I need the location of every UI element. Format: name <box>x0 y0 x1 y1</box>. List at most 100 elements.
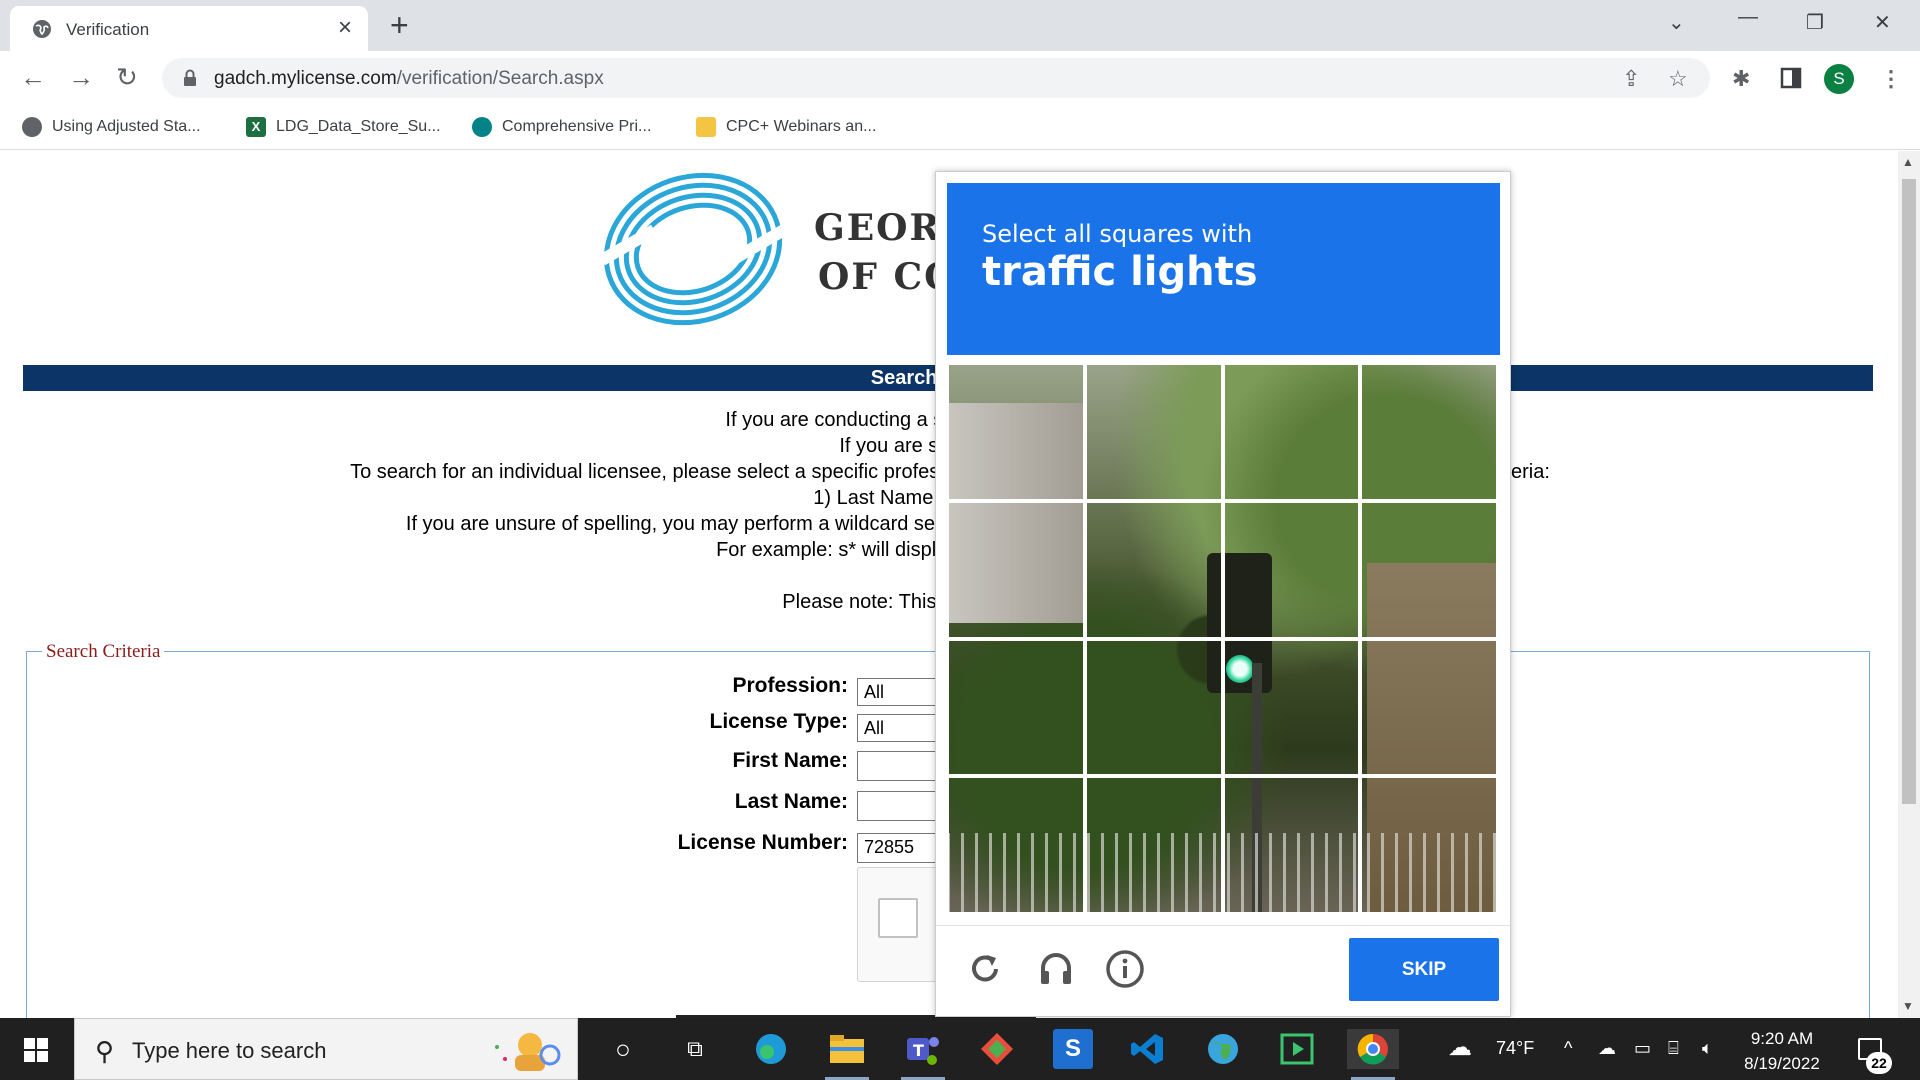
reload-icon[interactable] <box>965 949 1005 989</box>
folder-icon <box>696 117 716 137</box>
bookmark-item[interactable]: X LDG_Data_Store_Su... <box>246 115 441 139</box>
tab-close-icon[interactable]: × <box>338 15 352 41</box>
captcha-tile[interactable] <box>1084 363 1223 501</box>
sharepoint-icon <box>472 117 492 137</box>
license-number-label: License Number: <box>677 831 848 854</box>
svg-text:T: T <box>913 1041 924 1060</box>
license-type-label: License Type: <box>709 710 849 733</box>
notification-badge: 22 <box>1866 1052 1892 1074</box>
sharefile-icon[interactable]: S <box>1053 1029 1093 1069</box>
share-icon[interactable]: ⇪ <box>1622 66 1640 92</box>
side-panel-icon[interactable] <box>1780 67 1802 89</box>
last-name-label: Last Name: <box>734 790 848 813</box>
fieldset-legend: Search Criteria <box>42 641 165 663</box>
bookmarks-bar: Using Adjusted Sta... X LDG_Data_Store_S… <box>0 105 1920 150</box>
network-icon[interactable]: ⌸ <box>1668 1038 1679 1059</box>
windows-start-icon[interactable] <box>24 1038 48 1062</box>
bookmark-star-icon[interactable]: ☆ <box>1668 66 1688 92</box>
onedrive-icon[interactable]: ☁ <box>1598 1038 1616 1059</box>
teams-icon[interactable]: T <box>903 1029 943 1069</box>
back-button[interactable]: ← <box>20 63 46 91</box>
first-name-label: First Name: <box>732 749 848 772</box>
tab-title: Verification <box>66 20 150 39</box>
globe-icon <box>33 20 51 38</box>
captcha-cells <box>947 363 1498 914</box>
file-explorer-icon[interactable] <box>827 1029 867 1069</box>
window-close-button[interactable]: ✕ <box>1874 10 1891 35</box>
edge-icon[interactable] <box>751 1029 791 1069</box>
info-icon[interactable] <box>1105 949 1145 989</box>
bookmark-item[interactable]: Using Adjusted Sta... <box>22 115 201 139</box>
captcha-tile[interactable] <box>947 638 1085 777</box>
captcha-image-grid <box>947 363 1498 914</box>
captcha-tile[interactable] <box>1360 638 1498 777</box>
vscode-icon[interactable] <box>1127 1029 1167 1069</box>
audio-icon[interactable] <box>1036 949 1076 989</box>
captcha-tile[interactable] <box>1222 363 1361 501</box>
menu-kebab-icon[interactable]: ⋮ <box>1880 66 1902 92</box>
cortana-icon[interactable]: ○ <box>603 1029 643 1069</box>
scrollbar-thumb[interactable] <box>1902 179 1916 804</box>
browser-tab[interactable]: Verification × <box>10 6 368 51</box>
search-highlight-icon <box>495 1033 561 1071</box>
captcha-header: Select all squares with traffic lights <box>947 183 1500 355</box>
clock-time: 9:20 AM <box>1750 1029 1814 1048</box>
system-clock[interactable]: 9:20 AM 8/19/2022 <box>1727 1026 1837 1076</box>
restore-button[interactable]: ❐ <box>1806 10 1824 35</box>
app-icon[interactable] <box>977 1029 1017 1069</box>
bookmark-label: CPC+ Webinars an... <box>726 118 877 135</box>
captcha-tile[interactable] <box>1222 500 1361 639</box>
lock-icon <box>184 69 196 86</box>
url-text[interactable]: gadch.mylicense.com/verification/Search.… <box>214 68 604 90</box>
battery-icon[interactable]: ▭ <box>1634 1038 1651 1059</box>
task-view-icon[interactable]: ⧉ <box>675 1029 715 1069</box>
excel-icon: X <box>246 117 266 137</box>
address-bar[interactable]: gadch.mylicense.com/verification/Search.… <box>162 58 1710 98</box>
page-scrollbar[interactable]: ▲ ▼ <box>1898 151 1920 1018</box>
captcha-tile[interactable] <box>1084 500 1223 639</box>
captcha-challenge: Select all squares with traffic lights S… <box>935 171 1512 1017</box>
captcha-tile[interactable] <box>947 776 1085 914</box>
weather-temperature[interactable]: 74°F <box>1496 1038 1534 1059</box>
captcha-tile[interactable] <box>947 363 1085 501</box>
captcha-tile[interactable] <box>1084 776 1223 914</box>
captcha-tile[interactable] <box>947 500 1085 639</box>
weather-cloud-icon[interactable]: ☁ <box>1448 1033 1472 1062</box>
reload-button[interactable]: ↻ <box>116 63 138 91</box>
tray-expand-icon[interactable]: ^ <box>1564 1038 1572 1059</box>
georgia-logo-icon <box>599 172 787 326</box>
captcha-instruction: Select all squares with <box>982 220 1253 248</box>
media-player-icon[interactable] <box>1277 1029 1317 1069</box>
scroll-up-icon[interactable]: ▲ <box>1902 155 1914 169</box>
captcha-tile[interactable] <box>1360 363 1498 501</box>
bookmark-item[interactable]: Comprehensive Pri... <box>472 115 651 139</box>
taskbar-search-placeholder: Type here to search <box>132 1038 327 1063</box>
captcha-divider <box>936 925 1512 926</box>
captcha-tile[interactable] <box>1222 638 1361 777</box>
skip-button[interactable]: SKIP <box>1349 938 1499 1001</box>
captcha-tile[interactable] <box>1084 638 1223 777</box>
profile-avatar[interactable]: S <box>1824 64 1854 94</box>
globe-icon <box>22 117 42 137</box>
minimize-button[interactable]: — <box>1738 6 1758 29</box>
bookmark-label: Using Adjusted Sta... <box>52 118 201 135</box>
globe-app-icon[interactable] <box>1203 1029 1243 1069</box>
forward-button[interactable]: → <box>68 63 94 91</box>
captcha-tile[interactable] <box>1360 776 1498 914</box>
captcha-tile[interactable] <box>1360 500 1498 639</box>
bookmark-label: Comprehensive Pri... <box>502 118 652 135</box>
profession-label: Profession: <box>732 674 848 697</box>
scroll-down-icon[interactable]: ▼ <box>1902 999 1914 1013</box>
taskbar-search[interactable]: ⚲ Type here to search <box>74 1018 578 1080</box>
chrome-icon[interactable] <box>1347 1029 1399 1069</box>
recaptcha-checkbox[interactable] <box>878 898 918 938</box>
volume-icon[interactable]: 🔈︎ <box>1702 1038 1713 1059</box>
new-tab-button[interactable]: + <box>390 8 409 42</box>
captcha-tile[interactable] <box>1222 776 1361 914</box>
captcha-target: traffic lights <box>982 249 1258 295</box>
extensions-icon[interactable]: ✱ <box>1732 66 1750 92</box>
tab-search-icon[interactable]: ⌄ <box>1668 10 1685 35</box>
bookmark-label: LDG_Data_Store_Su... <box>276 118 441 135</box>
search-icon: ⚲ <box>95 1036 115 1066</box>
bookmark-item[interactable]: CPC+ Webinars an... <box>696 115 876 139</box>
